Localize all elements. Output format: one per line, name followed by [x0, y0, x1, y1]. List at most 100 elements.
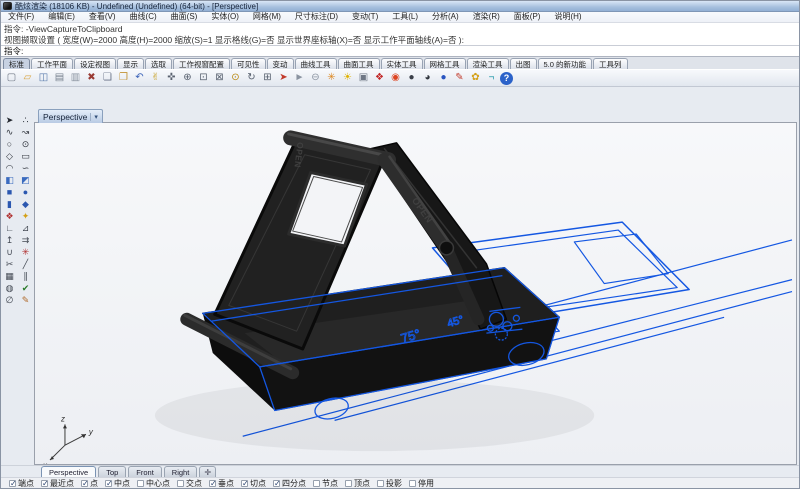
toolbar-tab[interactable]: 选取 [145, 58, 172, 69]
notes-icon[interactable]: ✎ [18, 295, 33, 306]
viewport-layout-icon[interactable]: ⊞ [260, 71, 275, 85]
menu-item[interactable]: 曲面(S) [164, 12, 205, 22]
menu-item[interactable]: 编辑(E) [41, 12, 82, 22]
zoom-dynamic-icon[interactable]: ⊕ [180, 71, 195, 85]
annotate-pencil-icon[interactable]: ✎ [452, 71, 467, 85]
polyline-icon[interactable]: ◇ [2, 151, 17, 162]
checkbox[interactable]: ✓ [41, 480, 48, 487]
toolbar-tab[interactable]: 渲染工具 [467, 58, 509, 69]
explode-icon[interactable]: ✳ [18, 247, 33, 258]
osnap-toggle[interactable]: 节点 [313, 478, 338, 489]
print-icon[interactable]: ▤ [52, 71, 67, 85]
menu-item[interactable]: 曲线(C) [123, 12, 164, 22]
viewport-canvas[interactable]: OPEN OPEN [34, 122, 797, 465]
viewport-title-tab[interactable]: Perspective ▾ [38, 109, 103, 123]
pan-hand-icon[interactable]: ✌ [148, 71, 163, 85]
checkbox[interactable]: ✓ [105, 480, 112, 487]
osnap-toggle[interactable]: 停用 [409, 478, 434, 489]
offset-icon[interactable]: ⇉ [18, 235, 33, 246]
help-icon[interactable]: ? [500, 72, 513, 85]
osnap-toggle[interactable]: 投影 [377, 478, 402, 489]
named-view-icon[interactable]: ➤ [276, 71, 291, 85]
viewport-page-tab[interactable]: Top [98, 466, 126, 477]
fillet-edge-icon[interactable]: ∟ [2, 223, 17, 234]
title-bar[interactable]: 酷炫渲染 (18106 KB) - Undefined (Undefined) … [1, 1, 799, 12]
shaded-mode-icon[interactable]: ❖ [372, 71, 387, 85]
trim-icon[interactable]: ✂ [2, 259, 17, 270]
osnap-toggle[interactable]: ✓ 最近点 [41, 478, 74, 489]
toolbar-tab[interactable]: 工作平面 [31, 58, 73, 69]
checkbox[interactable]: ✓ [81, 480, 88, 487]
osnap-toggle[interactable]: ✓ 四分点 [273, 478, 306, 489]
delete-icon[interactable]: ✖ [84, 71, 99, 85]
array-icon[interactable]: ▦ [2, 271, 17, 282]
checkbox[interactable]: ✓ [9, 480, 16, 487]
surface-corner-icon[interactable]: ◩ [18, 175, 33, 186]
menu-item[interactable]: 工具(L) [385, 12, 425, 22]
control-point-curve-icon[interactable]: ∿ [2, 127, 17, 138]
cylinder-solid-icon[interactable]: ▮ [2, 199, 17, 210]
lightbulb-icon[interactable]: ☀ [340, 71, 355, 85]
select-arrow-icon[interactable]: ➤ [2, 115, 17, 126]
new-viewport-tab-button[interactable]: ✛ [199, 466, 216, 477]
options-gear-icon[interactable]: ✿ [468, 71, 483, 85]
menu-item[interactable]: 渲染(R) [466, 12, 507, 22]
osnap-toggle[interactable]: ✓ 中点 [105, 478, 130, 489]
checkbox[interactable]: ✓ [241, 480, 248, 487]
toolbar-tab[interactable]: 标准 [3, 58, 30, 69]
osnap-toggle[interactable]: ✓ 端点 [9, 478, 34, 489]
zoom-extents-icon[interactable]: ⊠ [212, 71, 227, 85]
toolbar-tab[interactable]: 实体工具 [381, 58, 423, 69]
osnap-toggle[interactable]: ✓ 切点 [241, 478, 266, 489]
checkbox[interactable] [313, 480, 320, 487]
checkbox[interactable] [177, 480, 184, 487]
pipe-icon[interactable]: ∥ [18, 271, 33, 282]
check-geometry-icon[interactable]: ✔ [18, 283, 33, 294]
menu-item[interactable]: 变动(T) [345, 12, 385, 22]
checkbox[interactable] [377, 480, 384, 487]
viewport-page-tab[interactable]: Right [164, 466, 198, 477]
surface-icon[interactable]: ◧ [2, 175, 17, 186]
curve-boolean-icon[interactable]: ◍ [2, 283, 17, 294]
curve-blend-icon[interactable]: ∽ [18, 163, 33, 174]
solid-tools-icon[interactable]: ◆ [18, 199, 33, 210]
sphere-solid-icon[interactable]: ● [18, 187, 33, 198]
move-icon[interactable]: ✜ [164, 71, 179, 85]
toolbar-tab[interactable]: 网格工具 [424, 58, 466, 69]
menu-item[interactable]: 文件(F) [1, 12, 41, 22]
sparkle-icon[interactable]: ✳ [324, 71, 339, 85]
undo-icon[interactable]: ↶ [132, 71, 147, 85]
measure-icon[interactable]: ∅ [2, 295, 17, 306]
toolbar-tab[interactable]: 变动 [267, 58, 294, 69]
checkbox[interactable]: ✓ [273, 480, 280, 487]
osnap-toggle[interactable]: 中心点 [137, 478, 170, 489]
boolean-difference-icon[interactable]: ✦ [18, 211, 33, 222]
toolbar-tab[interactable]: 工作视窗配置 [173, 58, 230, 69]
osnap-toggle[interactable]: ✓ 点 [81, 478, 98, 489]
lock-icon[interactable]: ▣ [356, 71, 371, 85]
toolbar-tab[interactable]: 显示 [117, 58, 144, 69]
osnap-toggle[interactable]: ✓ 垂点 [209, 478, 234, 489]
box-solid-icon[interactable]: ■ [2, 187, 17, 198]
render-sphere-blue-icon[interactable]: ● [436, 71, 451, 85]
open-folder-icon[interactable]: ▱ [20, 71, 35, 85]
boolean-union-icon[interactable]: ❖ [2, 211, 17, 222]
extrude-icon[interactable]: ↥ [2, 235, 17, 246]
points-icon[interactable]: ∴ [18, 115, 33, 126]
circle-option-icon[interactable]: ⊖ [308, 71, 323, 85]
osnap-toggle[interactable]: 顶点 [345, 478, 370, 489]
render-preview-icon[interactable]: ◕ [420, 71, 435, 85]
export-icon[interactable]: ▥ [68, 71, 83, 85]
new-file-icon[interactable]: ▢ [4, 71, 19, 85]
copy-icon[interactable]: ❏ [100, 71, 115, 85]
command-prompt[interactable]: 指令: [1, 46, 799, 57]
viewport-page-tab[interactable]: Front [128, 466, 162, 477]
circle-icon[interactable]: ○ [2, 139, 17, 150]
checkbox[interactable] [137, 480, 144, 487]
toolbar-tab[interactable]: 可见性 [231, 58, 266, 69]
checkbox[interactable] [345, 480, 352, 487]
paste-icon[interactable]: ❐ [116, 71, 131, 85]
rotate-view-icon[interactable]: ↻ [244, 71, 259, 85]
menu-item[interactable]: 说明(H) [547, 12, 588, 22]
render-color-wheel-icon[interactable]: ◉ [388, 71, 403, 85]
